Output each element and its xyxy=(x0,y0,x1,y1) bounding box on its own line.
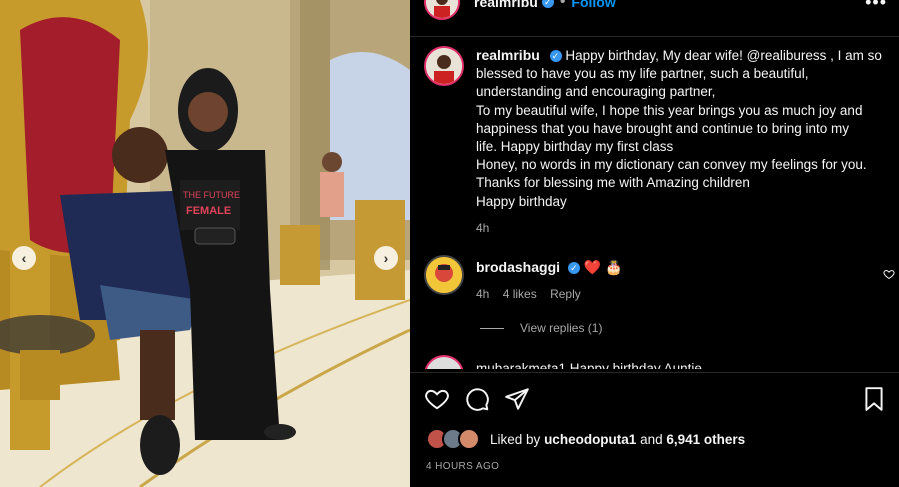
comment-body: brodashaggi ✓ ❤️ 🎂 4h 4 likes Reply xyxy=(476,255,623,301)
caption-line: Happy birthday xyxy=(476,193,567,209)
caption-line: understanding and encouraging partner, xyxy=(476,84,716,100)
comment-meta: 4h 4 likes Reply xyxy=(476,287,623,301)
likes-and: and xyxy=(640,431,663,447)
caption-time: 4h xyxy=(476,220,490,235)
likes-count[interactable]: 6,941 others xyxy=(666,432,745,447)
avatar[interactable] xyxy=(424,0,460,20)
caption-line: happiness that you have brought and cont… xyxy=(476,120,850,136)
caption-text: realmribu ✓ Happy birthday, My dear wife… xyxy=(476,46,882,237)
avatar[interactable] xyxy=(424,355,464,369)
chevron-right-icon[interactable]: › xyxy=(374,246,398,270)
caption-username[interactable]: realmribu xyxy=(476,47,540,63)
heart-icon[interactable] xyxy=(424,386,450,412)
partial-comment-text: mubarakmeta1 Happy birthday Auntie xyxy=(476,361,702,369)
divider xyxy=(410,372,899,373)
comment: brodashaggi ✓ ❤️ 🎂 4h 4 likes Reply xyxy=(424,255,887,301)
svg-text:THE FUTURE: THE FUTURE xyxy=(183,190,240,200)
caption-avatar[interactable] xyxy=(424,46,464,86)
verified-icon: ✓ xyxy=(567,262,580,275)
action-bar xyxy=(424,386,887,412)
post-panel: realmribu ✓ • Follow ••• realmribu ✓ Hap… xyxy=(410,0,899,487)
verified-icon: ✓ xyxy=(549,50,562,63)
follow-button[interactable]: Follow xyxy=(571,0,615,10)
comment-time: 4h xyxy=(476,287,490,301)
partial-comment: mubarakmeta1 Happy birthday Auntie xyxy=(424,355,884,369)
divider xyxy=(410,36,899,37)
comment-icon[interactable] xyxy=(464,386,490,412)
caption: realmribu ✓ Happy birthday, My dear wife… xyxy=(424,46,887,237)
caption-line: life. Happy birthday my first class xyxy=(476,139,674,155)
liker-username[interactable]: ucheodoputa1 xyxy=(544,432,636,447)
chevron-left-icon[interactable]: ‹ xyxy=(12,246,36,270)
username[interactable]: realmribu xyxy=(474,0,538,10)
comment-text: ❤️ 🎂 xyxy=(583,259,623,275)
comment-like-icon[interactable] xyxy=(883,268,895,283)
post-header: realmribu ✓ • Follow xyxy=(424,0,616,20)
divider xyxy=(480,327,504,329)
view-replies-label: View replies (1) xyxy=(520,321,603,335)
likes-summary: Liked by ucheodoputa1 and 6,941 others xyxy=(426,428,745,450)
post-timestamp: 4 HOURS AGO xyxy=(426,461,500,472)
view-replies-button[interactable]: View replies (1) xyxy=(480,321,602,335)
separator-dot: • xyxy=(559,0,566,10)
bookmark-icon[interactable] xyxy=(861,386,887,412)
caption-line: blessed to have you as my life partner, … xyxy=(476,66,809,82)
comment-likes[interactable]: 4 likes xyxy=(503,287,537,301)
caption-line: Thanks for blessing me with Amazing chil… xyxy=(476,175,750,191)
post-image[interactable]: THE FUTURE FEMALE ‹ › xyxy=(0,0,410,487)
verified-icon: ✓ xyxy=(541,0,554,8)
more-icon[interactable]: ••• xyxy=(865,0,887,13)
caption-line: To my beautiful wife, I hope this year b… xyxy=(476,102,863,118)
svg-text:FEMALE: FEMALE xyxy=(186,205,231,217)
comment-avatar[interactable] xyxy=(424,255,464,295)
caption-line: Honey, no words in my dictionary can con… xyxy=(476,157,867,173)
liker-avatar[interactable] xyxy=(458,428,480,450)
comment-username[interactable]: brodashaggi xyxy=(476,259,560,275)
reply-button[interactable]: Reply xyxy=(550,287,581,301)
caption-line: Happy birthday, My dear wife! @realibure… xyxy=(565,48,882,63)
photo-illustration: THE FUTURE FEMALE xyxy=(0,0,410,487)
share-icon[interactable] xyxy=(504,386,530,412)
likes-prefix: Liked by xyxy=(490,431,541,447)
